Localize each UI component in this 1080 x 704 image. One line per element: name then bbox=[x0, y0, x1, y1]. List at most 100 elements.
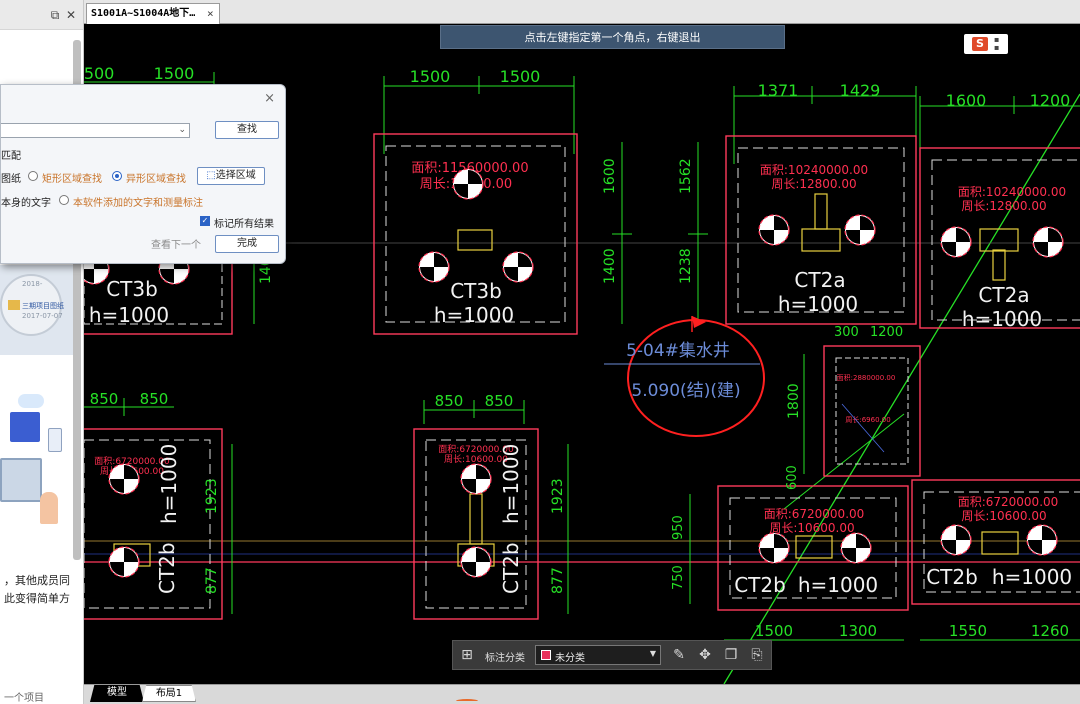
dimension-label: 1200 bbox=[870, 325, 903, 340]
tab-layout-1[interactable]: 布局1 bbox=[142, 685, 196, 702]
dimension-label: 1923 bbox=[204, 478, 220, 514]
added-text-radio[interactable] bbox=[59, 195, 69, 205]
classification-select[interactable]: 未分类 ▼ bbox=[535, 645, 661, 665]
dimension-label: 1400 bbox=[602, 248, 618, 284]
find-button[interactable]: 查找 bbox=[215, 121, 279, 139]
rect-search-label[interactable]: 矩形区域查找 bbox=[42, 170, 102, 185]
select-area-icon: ⬚ bbox=[206, 170, 216, 181]
folder-icon bbox=[8, 300, 20, 310]
foundation-height: h=1000 bbox=[434, 303, 514, 327]
pile-icon bbox=[502, 251, 534, 283]
dimension-label: 950 bbox=[671, 515, 686, 540]
view-next-button[interactable]: 查看下一个 bbox=[151, 236, 201, 251]
match-label: 匹配 bbox=[1, 151, 21, 162]
dimension-label: 1260 bbox=[1031, 622, 1069, 640]
perimeter-label: 周长:10600.00 bbox=[961, 509, 1046, 523]
close-icon[interactable]: × bbox=[264, 91, 275, 106]
color-swatch bbox=[541, 650, 551, 660]
area-label: 面积:2880000.00 bbox=[837, 373, 896, 382]
dimension-label: 750 bbox=[671, 565, 686, 590]
foundation-label: CT2a bbox=[978, 283, 1029, 307]
dimension-label: 1500 bbox=[84, 64, 114, 83]
dimension-label: 300 bbox=[834, 325, 859, 340]
dimension-label: 1371 bbox=[758, 81, 799, 100]
close-icon[interactable]: ✕ bbox=[64, 8, 78, 22]
added-text-label[interactable]: 本软件添加的文字和测量标注 bbox=[73, 194, 203, 209]
perimeter-label: 周长:12800.00 bbox=[961, 199, 1046, 213]
search-input[interactable]: ⌄ bbox=[1, 123, 190, 138]
app-logo[interactable]: S ▪ ▪ bbox=[964, 34, 1008, 54]
laptop-icon bbox=[0, 458, 42, 502]
edit-icon[interactable]: ✎ bbox=[671, 647, 687, 663]
dimension-label: 1238 bbox=[678, 248, 694, 284]
mark-all-label[interactable]: 标记所有结果 bbox=[214, 215, 274, 230]
area-label: 面积:10240000.00 bbox=[958, 185, 1066, 199]
pile-icon bbox=[1032, 226, 1064, 258]
dimension-label: 850 bbox=[485, 392, 514, 410]
foundation-label: CT2b bbox=[734, 573, 786, 597]
document-tab-bar: S1001A~S1004A地下… × bbox=[84, 0, 1080, 24]
annotation-toolbar: ⊞ 标注分类 未分类 ▼ ✎ ✥ ❐ ⎘ bbox=[452, 640, 772, 670]
paste-icon[interactable]: ⎘ bbox=[749, 647, 765, 663]
foundation-height: h=1000 bbox=[992, 565, 1072, 589]
foundation-height: h=1000 bbox=[157, 444, 181, 524]
command-prompt: 点击左键指定第一个角点，右键退出 bbox=[440, 25, 785, 49]
dimension-label: 1600 bbox=[946, 91, 987, 110]
cloud-icon bbox=[18, 394, 44, 408]
pile-icon bbox=[1026, 524, 1058, 556]
dimension-label: 1200 bbox=[1030, 91, 1071, 110]
rect-search-radio[interactable] bbox=[28, 171, 38, 181]
foundation-label: CT2b bbox=[926, 565, 978, 589]
revision-cloud bbox=[627, 319, 765, 437]
find-dialog: × ⌄ 查找 匹配 图纸 矩形区域查找 异形区域查找 ⬚选择区域 本身的文字 本… bbox=[0, 84, 286, 264]
close-icon[interactable]: × bbox=[207, 4, 214, 24]
layout-tab-bar: 模型 布局1 bbox=[84, 684, 1080, 704]
pile-icon bbox=[844, 214, 876, 246]
dimension-label: 600 bbox=[785, 465, 800, 490]
foundation-height: h=1000 bbox=[499, 444, 523, 524]
feature-text: 此变得简单方 bbox=[4, 592, 70, 605]
thumbnail-name: 三期项目图纸 bbox=[22, 302, 64, 310]
irregular-search-radio[interactable] bbox=[112, 171, 122, 181]
document-tab[interactable]: S1001A~S1004A地下… × bbox=[86, 3, 220, 24]
more-icon[interactable]: ▪ ▪ bbox=[994, 36, 999, 52]
flag-marker bbox=[692, 316, 706, 328]
foundation-height: h=1000 bbox=[89, 303, 169, 327]
dimension-label: 850 bbox=[140, 390, 169, 408]
thumbnail-date: 2018- bbox=[22, 280, 43, 288]
perimeter-label: 周长:10600.00 bbox=[769, 521, 854, 535]
tab-model[interactable]: 模型 bbox=[90, 685, 144, 702]
dimension-label: 1500 bbox=[410, 67, 451, 86]
pile-icon bbox=[940, 226, 972, 258]
logo-icon: S bbox=[972, 37, 988, 51]
copy-icon[interactable]: ❐ bbox=[723, 647, 739, 663]
dimension-label: 1429 bbox=[840, 81, 881, 100]
pile-icon bbox=[758, 214, 790, 246]
dimension-label: 850 bbox=[90, 390, 119, 408]
irregular-search-label[interactable]: 异形区域查找 bbox=[126, 170, 186, 185]
mark-all-checkbox[interactable]: ✓ bbox=[200, 216, 210, 226]
pile-icon bbox=[460, 546, 492, 578]
perimeter-label: 周长:12800.00 bbox=[771, 177, 856, 191]
grid-icon[interactable]: ⊞ bbox=[459, 647, 475, 663]
sump-box bbox=[823, 345, 921, 477]
pile-icon bbox=[940, 524, 972, 556]
classification-label: 标注分类 bbox=[485, 653, 525, 664]
side-panel-footer-text: 一个项目 bbox=[4, 693, 44, 704]
foundation-label: CT3b bbox=[106, 277, 158, 301]
dimension-label: 1550 bbox=[949, 622, 987, 640]
chevron-down-icon[interactable]: ⌄ bbox=[178, 124, 186, 137]
select-area-button[interactable]: ⬚选择区域 bbox=[197, 167, 265, 185]
pile-icon bbox=[108, 463, 140, 495]
hand-icon bbox=[40, 492, 58, 524]
drawing-label: 图纸 bbox=[1, 174, 21, 185]
done-button[interactable]: 完成 bbox=[215, 235, 279, 253]
dimension-label: 1500 bbox=[755, 622, 793, 640]
restore-icon[interactable]: ⧉ bbox=[48, 8, 62, 22]
cursor-mark bbox=[456, 699, 478, 703]
chevron-down-icon[interactable]: ▼ bbox=[650, 649, 656, 658]
pile-icon bbox=[108, 546, 140, 578]
move-icon[interactable]: ✥ bbox=[697, 647, 713, 663]
area-label: 面积:6720000.00 bbox=[764, 507, 865, 521]
own-text-label: 本身的文字 bbox=[1, 198, 51, 209]
